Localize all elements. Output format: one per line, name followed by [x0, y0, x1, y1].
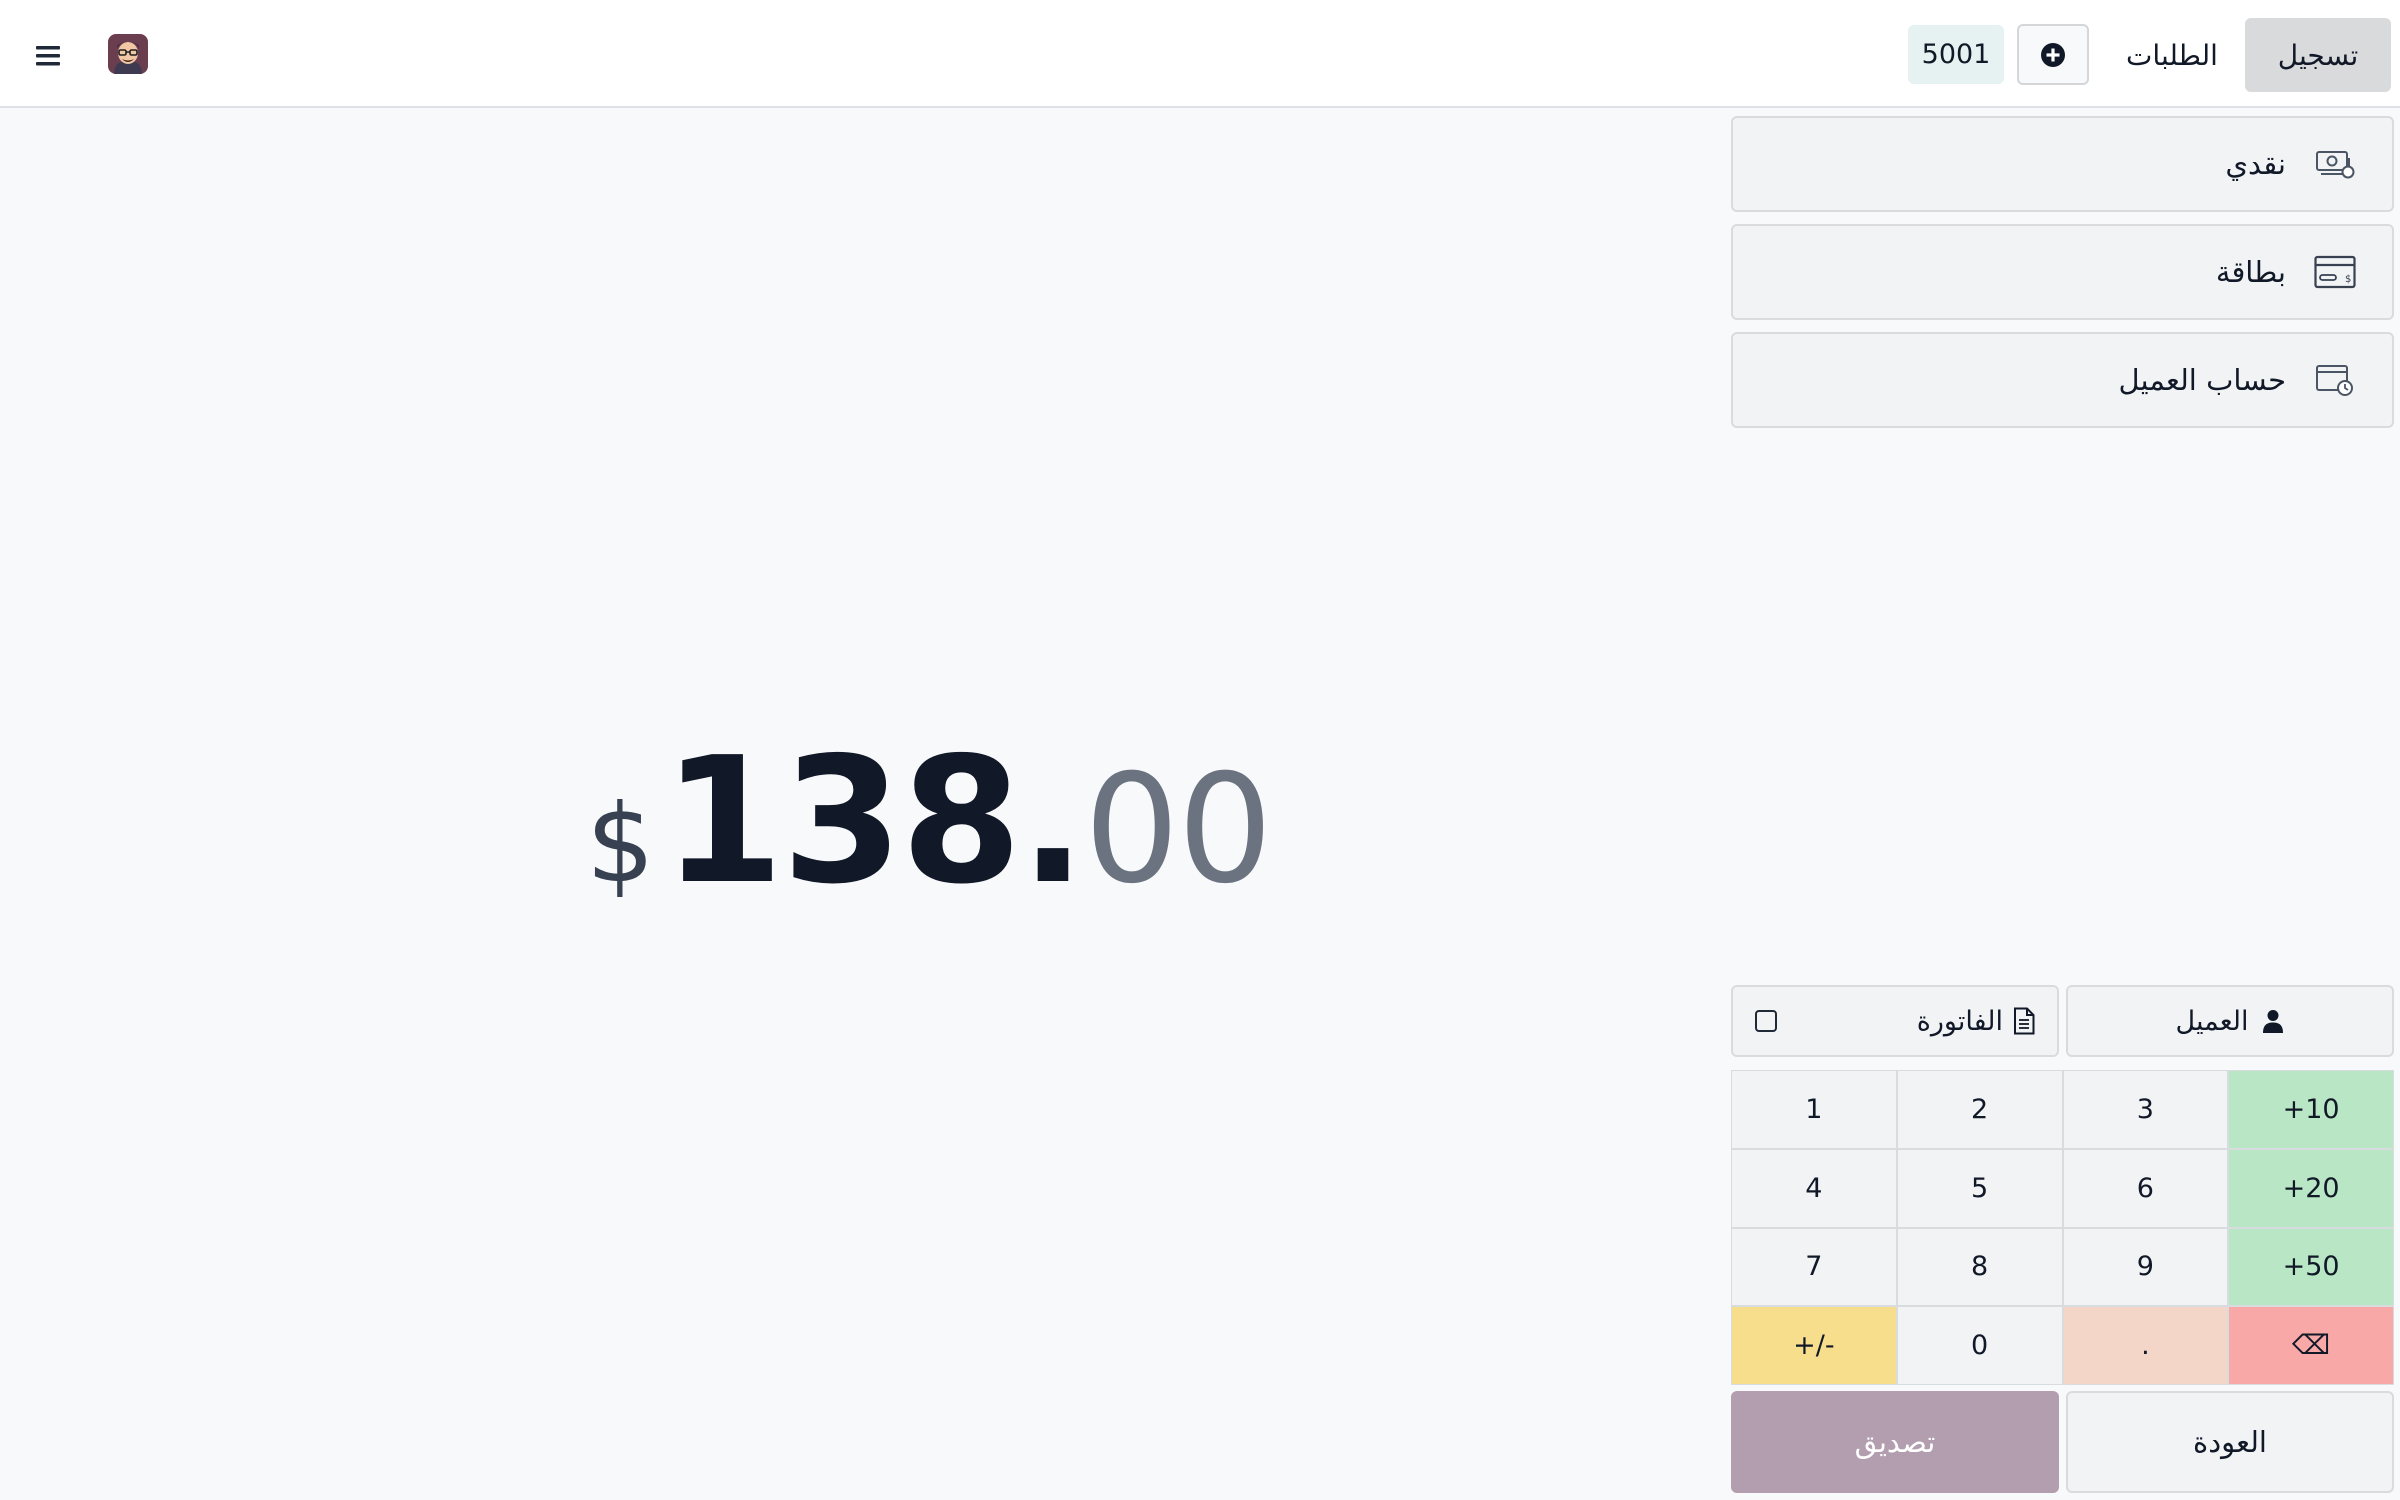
document-icon — [2014, 1007, 2035, 1035]
numpad-key-backspace[interactable]: ⌫ — [2229, 1307, 2393, 1384]
payment-method-customer-account[interactable]: حساب العميل — [1731, 332, 2394, 428]
numpad-key-2[interactable]: 2 — [1897, 1071, 2062, 1148]
numpad-key-1[interactable]: 1 — [1732, 1071, 1896, 1148]
payment-method-label: نقدي — [2225, 147, 2286, 181]
numpad-key-plus-10[interactable]: +10 — [2229, 1071, 2393, 1148]
payment-method-cash[interactable]: نقدي — [1731, 116, 2394, 212]
credit-card-icon: $ — [2314, 251, 2356, 293]
top-navbar: 5001 الطلبات تسجيل — [0, 0, 2400, 108]
register-tab[interactable]: تسجيل — [2245, 18, 2391, 92]
validate-button[interactable]: تصديق — [1731, 1391, 2059, 1493]
numpad-key-8[interactable]: 8 — [1897, 1228, 2062, 1306]
numpad-key-7[interactable]: 7 — [1732, 1228, 1896, 1306]
numpad-key-plus-50[interactable]: +50 — [2229, 1228, 2393, 1306]
total-currency-symbol: $ — [586, 782, 655, 907]
customer-label: العميل — [2175, 1005, 2249, 1037]
numpad-key-toggle-sign[interactable]: +/- — [1732, 1307, 1896, 1384]
numpad-key-0[interactable]: 0 — [1897, 1307, 2062, 1384]
back-button[interactable]: العودة — [2066, 1391, 2394, 1493]
user-avatar[interactable] — [108, 34, 148, 74]
orders-tab[interactable]: الطلبات — [2112, 18, 2232, 92]
numpad-key-9[interactable]: 9 — [2063, 1228, 2228, 1306]
customer-button[interactable]: العميل — [2066, 985, 2394, 1057]
invoice-checkbox[interactable] — [1755, 1010, 1777, 1032]
numpad-key-decimal[interactable]: . — [2063, 1307, 2228, 1384]
svg-text:$: $ — [2345, 274, 2351, 285]
order-number-badge[interactable]: 5001 — [1908, 25, 2004, 84]
payment-method-label: حساب العميل — [2118, 363, 2286, 397]
payment-method-label: بطاقة — [2215, 255, 2286, 289]
invoice-toggle[interactable]: الفاتورة — [1731, 985, 2059, 1057]
total-decimal-part: 00 — [1084, 743, 1273, 917]
cash-icon — [2314, 143, 2356, 185]
numpad-key-4[interactable]: 4 — [1732, 1149, 1896, 1227]
hamburger-icon — [36, 46, 60, 66]
payment-total: $ 138. 00 — [586, 720, 1273, 923]
wallet-clock-icon — [2314, 359, 2356, 401]
total-integer-part: 138. — [662, 720, 1086, 923]
plus-circle-icon — [2041, 42, 2065, 67]
numpad: 1 2 3 +10 4 5 6 +20 7 8 9 +50 +/- 0 . ⌫ — [1731, 1070, 2394, 1385]
payment-method-card[interactable]: بطاقة $ — [1731, 224, 2394, 320]
numpad-key-6[interactable]: 6 — [2063, 1149, 2228, 1227]
menu-toggle-button[interactable] — [22, 32, 74, 80]
new-order-button[interactable] — [2017, 24, 2089, 85]
numpad-key-5[interactable]: 5 — [1897, 1149, 2062, 1227]
numpad-key-3[interactable]: 3 — [2063, 1071, 2228, 1148]
user-icon — [2263, 1010, 2284, 1033]
invoice-label: الفاتورة — [1916, 1005, 2003, 1037]
numpad-key-plus-20[interactable]: +20 — [2229, 1149, 2393, 1227]
